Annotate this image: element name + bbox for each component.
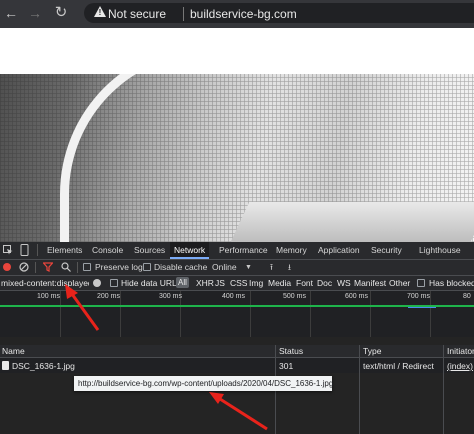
annotation-overlay [65, 284, 268, 431]
annotation-arrow-filter [65, 284, 100, 331]
annotation-arrow-tooltip [209, 392, 268, 431]
